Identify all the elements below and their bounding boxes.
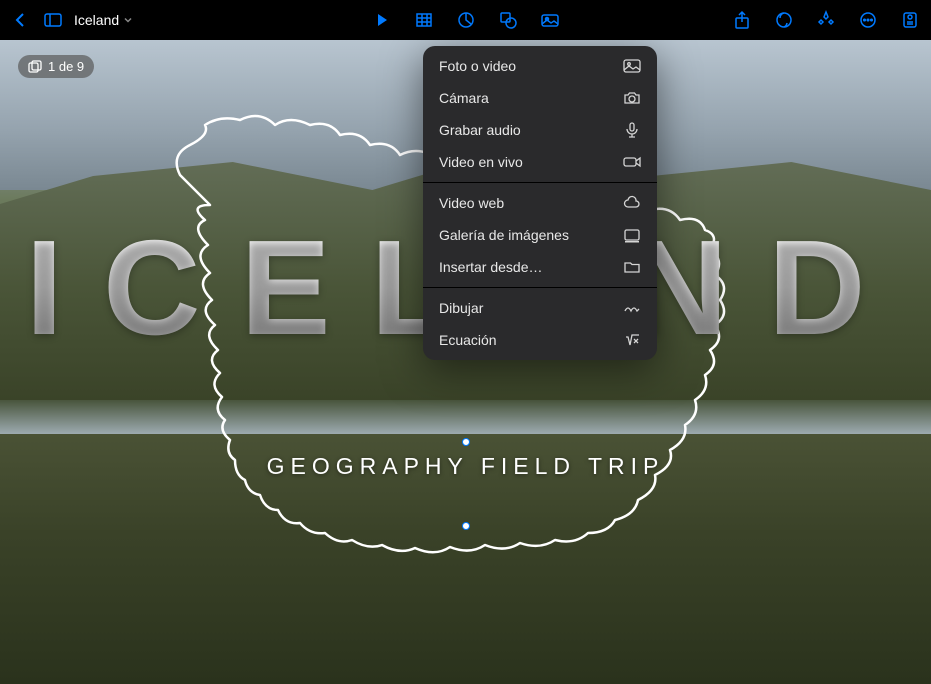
selection-handle-bottom[interactable] bbox=[462, 522, 470, 530]
format-button[interactable] bbox=[899, 9, 921, 31]
selection-handle-top[interactable] bbox=[462, 438, 470, 446]
menu-item-camera[interactable]: Cámara bbox=[423, 82, 657, 114]
menu-item-web-video[interactable]: Video web bbox=[423, 187, 657, 219]
menu-item-record-audio[interactable]: Grabar audio bbox=[423, 114, 657, 146]
gallery-icon bbox=[623, 226, 641, 244]
more-button[interactable] bbox=[857, 9, 879, 31]
menu-item-live-video[interactable]: Video en vivo bbox=[423, 146, 657, 178]
menu-group-2: Video web Galería de imágenes Insertar d… bbox=[423, 183, 657, 288]
play-button[interactable] bbox=[371, 9, 393, 31]
menu-label: Cámara bbox=[439, 90, 489, 106]
menu-label: Dibujar bbox=[439, 300, 483, 316]
insert-menu-dropdown: Foto o video Cámara Grabar audio Video e… bbox=[423, 46, 657, 360]
equation-icon bbox=[623, 331, 641, 349]
table-button[interactable] bbox=[413, 9, 435, 31]
menu-label: Galería de imágenes bbox=[439, 227, 569, 243]
scribble-icon bbox=[623, 299, 641, 317]
chart-button[interactable] bbox=[455, 9, 477, 31]
menu-label: Video en vivo bbox=[439, 154, 523, 170]
menu-label: Foto o video bbox=[439, 58, 516, 74]
animate-button[interactable] bbox=[815, 9, 837, 31]
slide-counter-text: 1 de 9 bbox=[48, 59, 84, 74]
menu-item-equation[interactable]: Ecuación bbox=[423, 324, 657, 356]
menu-item-insert-from[interactable]: Insertar desde… bbox=[423, 251, 657, 283]
microphone-icon bbox=[623, 121, 641, 139]
menu-item-image-gallery[interactable]: Galería de imágenes bbox=[423, 219, 657, 251]
toolbar: Iceland bbox=[0, 0, 931, 40]
document-title[interactable]: Iceland bbox=[74, 12, 133, 28]
menu-item-draw[interactable]: Dibujar bbox=[423, 292, 657, 324]
menu-item-photo-video[interactable]: Foto o video bbox=[423, 50, 657, 82]
media-button[interactable] bbox=[539, 9, 561, 31]
folder-icon bbox=[623, 258, 641, 276]
menu-label: Video web bbox=[439, 195, 504, 211]
camera-icon bbox=[623, 89, 641, 107]
slide-counter-badge[interactable]: 1 de 9 bbox=[18, 55, 94, 78]
menu-label: Insertar desde… bbox=[439, 259, 543, 275]
shape-button[interactable] bbox=[497, 9, 519, 31]
doc-title-text: Iceland bbox=[74, 12, 119, 28]
menu-group-3: Dibujar Ecuación bbox=[423, 288, 657, 360]
back-button[interactable] bbox=[10, 9, 32, 31]
toolbar-center bbox=[371, 9, 561, 31]
chevron-down-icon bbox=[123, 15, 133, 25]
toolbar-left: Iceland bbox=[10, 9, 133, 31]
video-live-icon bbox=[623, 153, 641, 171]
menu-label: Ecuación bbox=[439, 332, 497, 348]
toolbar-right bbox=[731, 9, 921, 31]
slides-icon bbox=[28, 60, 42, 74]
collaborate-button[interactable] bbox=[773, 9, 795, 31]
share-button[interactable] bbox=[731, 9, 753, 31]
cloud-icon bbox=[623, 194, 641, 212]
photo-landscape-icon bbox=[623, 57, 641, 75]
menu-label: Grabar audio bbox=[439, 122, 521, 138]
menu-group-1: Foto o video Cámara Grabar audio Video e… bbox=[423, 46, 657, 183]
sidebar-toggle-icon[interactable] bbox=[42, 9, 64, 31]
slide-subtitle[interactable]: GEOGRAPHY FIELD TRIP bbox=[267, 453, 665, 480]
